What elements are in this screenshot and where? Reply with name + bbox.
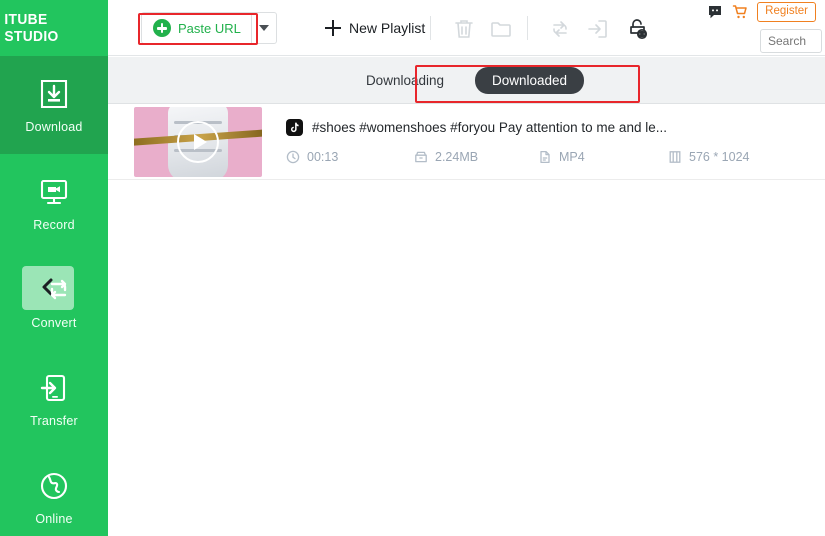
downloads-list: #shoes #womenshoes #foryou Pay attention… bbox=[108, 104, 825, 536]
duration-meta: 00:13 bbox=[286, 150, 414, 164]
sidebar-item-label: Online bbox=[35, 511, 73, 526]
filesize-value: 2.24MB bbox=[435, 150, 479, 164]
play-button-icon[interactable] bbox=[177, 120, 219, 163]
toolbar-divider bbox=[430, 16, 431, 40]
format-value: MP4 bbox=[559, 150, 585, 164]
transfer-icon bbox=[37, 371, 71, 405]
top-toolbar: Paste URL New Playlist Register Search bbox=[108, 0, 825, 56]
video-thumbnail[interactable] bbox=[134, 106, 262, 177]
app-window: ITUBE STUDIO Download Record Convert Tra… bbox=[0, 0, 825, 536]
paste-url-group: Paste URL bbox=[141, 12, 277, 44]
list-item[interactable]: #shoes #womenshoes #foryou Pay attention… bbox=[108, 104, 825, 180]
sidebar-item-transfer[interactable]: Transfer bbox=[0, 350, 108, 448]
new-playlist-button[interactable]: New Playlist bbox=[325, 14, 425, 42]
convert-icon[interactable] bbox=[547, 16, 573, 42]
toolbar-divider bbox=[527, 16, 528, 40]
search-box[interactable] bbox=[760, 29, 822, 53]
sidebar: ITUBE STUDIO Download Record Convert Tra… bbox=[0, 0, 108, 536]
filesize-meta: 2.24MB bbox=[414, 150, 538, 164]
tab-downloaded[interactable]: Downloaded bbox=[475, 66, 585, 94]
folder-icon[interactable] bbox=[488, 16, 514, 42]
private-mode-icon[interactable] bbox=[625, 16, 651, 42]
list-item-title-row: #shoes #womenshoes #foryou Pay attention… bbox=[286, 119, 825, 136]
sidebar-item-convert[interactable]: Convert bbox=[0, 252, 108, 350]
sidebar-item-online[interactable]: Online bbox=[0, 448, 108, 536]
tab-downloading[interactable]: Downloading bbox=[349, 67, 461, 94]
duration-value: 00:13 bbox=[307, 150, 339, 164]
shopping-cart-icon[interactable] bbox=[732, 4, 748, 20]
chevron-down-icon bbox=[259, 25, 269, 31]
speech-bubble-icon[interactable] bbox=[707, 4, 723, 20]
record-icon bbox=[37, 175, 71, 209]
paste-url-dropdown-button[interactable] bbox=[251, 12, 277, 44]
header-right-group: Register bbox=[707, 2, 822, 53]
plus-circle-icon bbox=[153, 19, 171, 37]
register-button[interactable]: Register bbox=[757, 2, 816, 22]
sidebar-item-label: Convert bbox=[31, 315, 77, 330]
new-playlist-label: New Playlist bbox=[349, 20, 426, 36]
globe-icon bbox=[37, 469, 71, 503]
convert-icon bbox=[37, 273, 71, 307]
tab-bar: Downloading Downloaded bbox=[108, 57, 825, 104]
download-icon bbox=[37, 77, 71, 111]
import-icon[interactable] bbox=[585, 16, 611, 42]
sidebar-item-record[interactable]: Record bbox=[0, 154, 108, 252]
delete-icon[interactable] bbox=[451, 16, 477, 42]
sidebar-item-label: Record bbox=[33, 217, 75, 232]
list-item-meta: 00:13 2.24MB MP4 576 * 1024 bbox=[286, 150, 825, 164]
search-input[interactable] bbox=[768, 34, 821, 48]
sidebar-item-label: Transfer bbox=[30, 413, 78, 428]
paste-url-label: Paste URL bbox=[178, 20, 241, 36]
resolution-value: 576 * 1024 bbox=[689, 150, 750, 164]
resolution-meta: 576 * 1024 bbox=[668, 150, 749, 164]
app-logo: ITUBE STUDIO bbox=[4, 11, 59, 45]
tiktok-icon bbox=[286, 119, 303, 136]
paste-url-button[interactable]: Paste URL bbox=[141, 12, 251, 44]
sidebar-item-label: Download bbox=[25, 119, 83, 134]
list-item-details: #shoes #womenshoes #foryou Pay attention… bbox=[286, 119, 825, 164]
plus-icon bbox=[325, 20, 341, 36]
sidebar-item-download[interactable]: Download bbox=[0, 56, 108, 154]
format-meta: MP4 bbox=[538, 150, 668, 164]
list-item-title: #shoes #womenshoes #foryou Pay attention… bbox=[312, 120, 667, 135]
